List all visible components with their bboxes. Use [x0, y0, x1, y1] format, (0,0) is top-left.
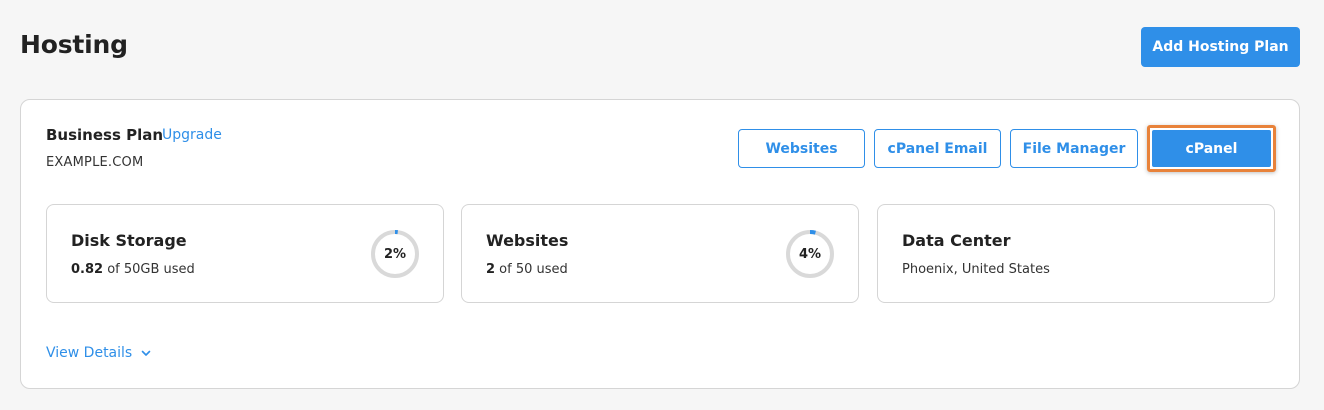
plan-domain: EXAMPLE.COM — [46, 155, 144, 170]
disk-storage-title: Disk Storage — [71, 231, 187, 250]
data-center-location: Phoenix, United States — [902, 262, 1050, 277]
websites-card: Websites 2 of 50 used 4% — [461, 204, 859, 303]
upgrade-link[interactable]: Upgrade — [162, 127, 222, 143]
cpanel-email-button[interactable]: cPanel Email — [874, 129, 1001, 168]
chevron-down-icon — [141, 350, 151, 356]
disk-usage-percent: 2% — [383, 246, 407, 262]
disk-storage-card: Disk Storage 0.82 of 50GB used 2% — [46, 204, 444, 303]
websites-used-value: 2 — [486, 262, 496, 277]
cpanel-button[interactable]: cPanel — [1152, 130, 1271, 167]
page-title: Hosting — [20, 30, 128, 59]
disk-storage-usage: 0.82 of 50GB used — [71, 262, 195, 277]
view-details-link[interactable]: View Details — [46, 345, 152, 361]
hosting-page: Hosting Add Hosting Plan Business Plan U… — [0, 0, 1324, 410]
plan-name: Business Plan — [46, 126, 164, 144]
cpanel-button-highlight: cPanel — [1147, 125, 1276, 172]
disk-used-value: 0.82 — [71, 262, 104, 277]
websites-title: Websites — [486, 231, 569, 250]
add-hosting-plan-button[interactable]: Add Hosting Plan — [1141, 27, 1300, 67]
data-center-title: Data Center — [902, 231, 1011, 250]
plan-card: Business Plan Upgrade EXAMPLE.COM Websit… — [20, 99, 1300, 389]
websites-button[interactable]: Websites — [738, 129, 865, 168]
file-manager-button[interactable]: File Manager — [1010, 129, 1138, 168]
websites-usage: 2 of 50 used — [486, 262, 568, 277]
websites-usage-percent: 4% — [798, 246, 822, 262]
data-center-card: Data Center Phoenix, United States — [877, 204, 1275, 303]
disk-used-of: of 50GB used — [103, 262, 195, 277]
websites-used-of: of 50 used — [495, 262, 568, 277]
view-details-label: View Details — [46, 345, 133, 361]
